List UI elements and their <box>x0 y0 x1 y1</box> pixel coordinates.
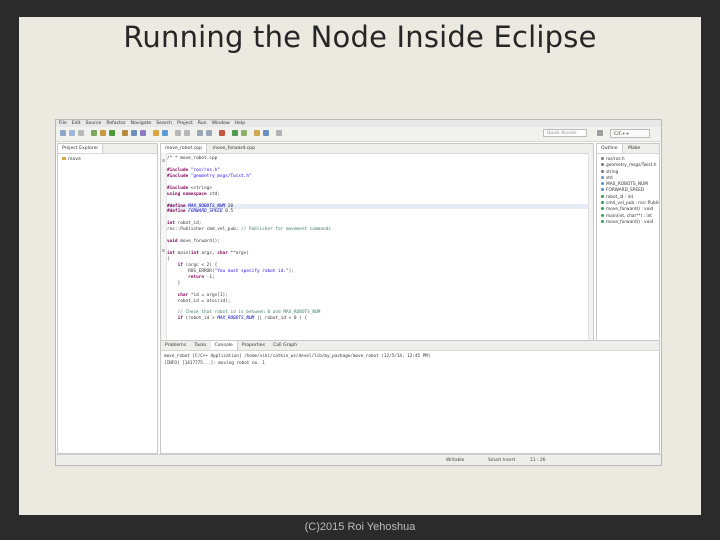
project-tree-item[interactable]: move <box>62 157 81 162</box>
print-icon[interactable] <box>78 130 84 136</box>
outline-bullet-icon <box>601 207 604 211</box>
build-icon[interactable] <box>91 130 97 136</box>
toolbar: Quick Access C/C++ <box>56 127 661 142</box>
new-class-icon[interactable] <box>131 130 137 136</box>
resume-icon[interactable] <box>232 130 238 136</box>
menu-bar: File Edit Source Refactor Navigate Search Proj… <box>56 120 661 127</box>
menu-item-file[interactable]: File <box>59 121 67 126</box>
outline-item[interactable]: move_forward() : void <box>601 219 659 226</box>
outline-item-label: string <box>606 169 619 175</box>
outline-item-label: cmd_vel_pub : ros::Publisher <box>606 201 659 207</box>
menu-item-edit[interactable]: Edit <box>72 121 81 126</box>
open-type-icon[interactable] <box>153 130 159 136</box>
outline-bullet-icon <box>601 213 604 217</box>
menu-item-project[interactable]: Project <box>177 121 193 126</box>
outline-bullet-icon <box>601 182 604 186</box>
tab-project-explorer[interactable]: Project Explorer <box>58 144 104 153</box>
folder-icon <box>62 157 66 160</box>
tab-properties[interactable]: Properties <box>238 341 269 350</box>
terminal-icon[interactable] <box>263 130 269 136</box>
menu-item-run[interactable]: Run <box>198 121 207 126</box>
menu-item-search[interactable]: Search <box>156 121 172 126</box>
slide-title: Running the Node Inside Eclipse <box>123 20 597 54</box>
outline-item-label: std <box>606 175 613 181</box>
outline-bullet-icon <box>601 188 604 192</box>
back-icon[interactable] <box>175 130 181 136</box>
tab-call-graph[interactable]: Call Graph <box>269 341 301 350</box>
outline-item-label: robot_id : int <box>606 194 634 200</box>
tab-make[interactable]: Make <box>624 144 644 153</box>
status-bar: Writable Smart Insert 11 : 26 <box>56 454 661 465</box>
menu-item-navigate[interactable]: Navigate <box>131 121 152 126</box>
perspective-switcher[interactable]: C/C++ <box>610 129 650 138</box>
forward-icon[interactable] <box>184 130 190 136</box>
console-line: move_robot [C/C++ Application] /home/vik… <box>164 354 431 359</box>
quick-access-input[interactable]: Quick Access <box>543 129 587 137</box>
project-explorer-tabbar: Project Explorer <box>58 144 157 154</box>
console-line: [INFO] [1417775...]: moving robot no. 1 <box>164 361 265 366</box>
stop-icon[interactable] <box>219 130 225 136</box>
outline-item-label: main(int, char**) : int <box>606 213 652 219</box>
annotation-icon[interactable] <box>197 130 203 136</box>
menu-item-window[interactable]: Window <box>212 121 230 126</box>
outline-item-label: geometry_msgs/Twist.h <box>606 163 657 169</box>
search-icon[interactable] <box>140 130 146 136</box>
tab-console[interactable]: Console <box>210 341 238 350</box>
outline-bullet-icon <box>601 194 604 198</box>
folder-icon[interactable] <box>254 130 260 136</box>
code-line[interactable]: if (robot_id > MAX_ROBOTS_NUM || robot_i… <box>167 316 589 322</box>
outline-bullet-icon <box>601 157 604 160</box>
open-element-icon[interactable] <box>162 130 168 136</box>
pin-icon[interactable] <box>276 130 282 136</box>
outline-item-label: MAX_ROBOTS_NUM <box>606 182 648 188</box>
status-writable: Writable <box>446 458 465 463</box>
project-name: move <box>68 157 81 162</box>
project-explorer-pane: Project Explorer move <box>57 143 158 454</box>
console-output: move_robot [C/C++ Application] /home/vik… <box>164 353 430 367</box>
code-area[interactable]: /* * move_robot.cpp #include "ros/ros.h" #… <box>167 156 589 322</box>
slide-footer: (C)2015 Roi Yehoshua <box>304 521 416 533</box>
new-file-icon[interactable] <box>60 130 66 136</box>
editor-pane: move_robot.cpp move_forward.cpp /* * mov… <box>160 143 594 359</box>
outline-list: ros/ros.h geometry_msgs/Twist.h string std M… <box>601 157 659 226</box>
console-pane: Problems Tasks Console Properties Call Graph… <box>160 340 660 454</box>
fold-marker[interactable] <box>162 159 165 162</box>
outline-item-label: FORWARD_SPEED <box>606 188 645 194</box>
editor-tabbar: move_robot.cpp move_forward.cpp <box>161 144 593 154</box>
tab-move-forward[interactable]: move_forward.cpp <box>209 144 260 153</box>
status-cursor-position: 11 : 26 <box>530 458 546 463</box>
outline-item-label: ros/ros.h <box>606 157 625 162</box>
outline-item-label: move_forward() : void <box>606 207 654 213</box>
run-icon[interactable] <box>109 130 115 136</box>
tab-tasks[interactable]: Tasks <box>190 341 210 350</box>
menu-item-help[interactable]: Help <box>235 121 245 126</box>
console-tabbar: Problems Tasks Console Properties Call Graph <box>161 341 659 351</box>
step-icon[interactable] <box>241 130 247 136</box>
tab-outline[interactable]: Outline <box>597 144 623 153</box>
menu-item-refactor[interactable]: Refactor <box>106 121 125 126</box>
tab-problems[interactable]: Problems <box>161 341 190 350</box>
eclipse-window: File Edit Source Refactor Navigate Search Proj… <box>55 119 662 466</box>
outline-bullet-icon <box>601 169 604 173</box>
save-icon[interactable] <box>69 130 75 136</box>
outline-item-label: move_forward() : void <box>606 219 654 225</box>
outline-bullet-icon <box>601 219 604 223</box>
editor-scrollbar[interactable] <box>588 153 593 358</box>
outline-tabbar: Outline Make <box>597 144 659 154</box>
fold-marker[interactable] <box>162 249 165 252</box>
annotation-next-icon[interactable] <box>206 130 212 136</box>
outline-pane: Outline Make ros/ros.h geometry_msgs/Twis… <box>596 143 660 359</box>
outline-bullet-icon <box>601 201 604 205</box>
debug-icon[interactable] <box>100 130 106 136</box>
tab-move-robot[interactable]: move_robot.cpp <box>161 144 208 153</box>
open-perspective-icon[interactable] <box>597 130 603 136</box>
outline-bullet-icon <box>601 175 604 179</box>
outline-bullet-icon <box>601 163 604 167</box>
status-insert-mode: Smart Insert <box>488 458 516 463</box>
external-tools-icon[interactable] <box>122 130 128 136</box>
menu-item-source[interactable]: Source <box>86 121 102 126</box>
